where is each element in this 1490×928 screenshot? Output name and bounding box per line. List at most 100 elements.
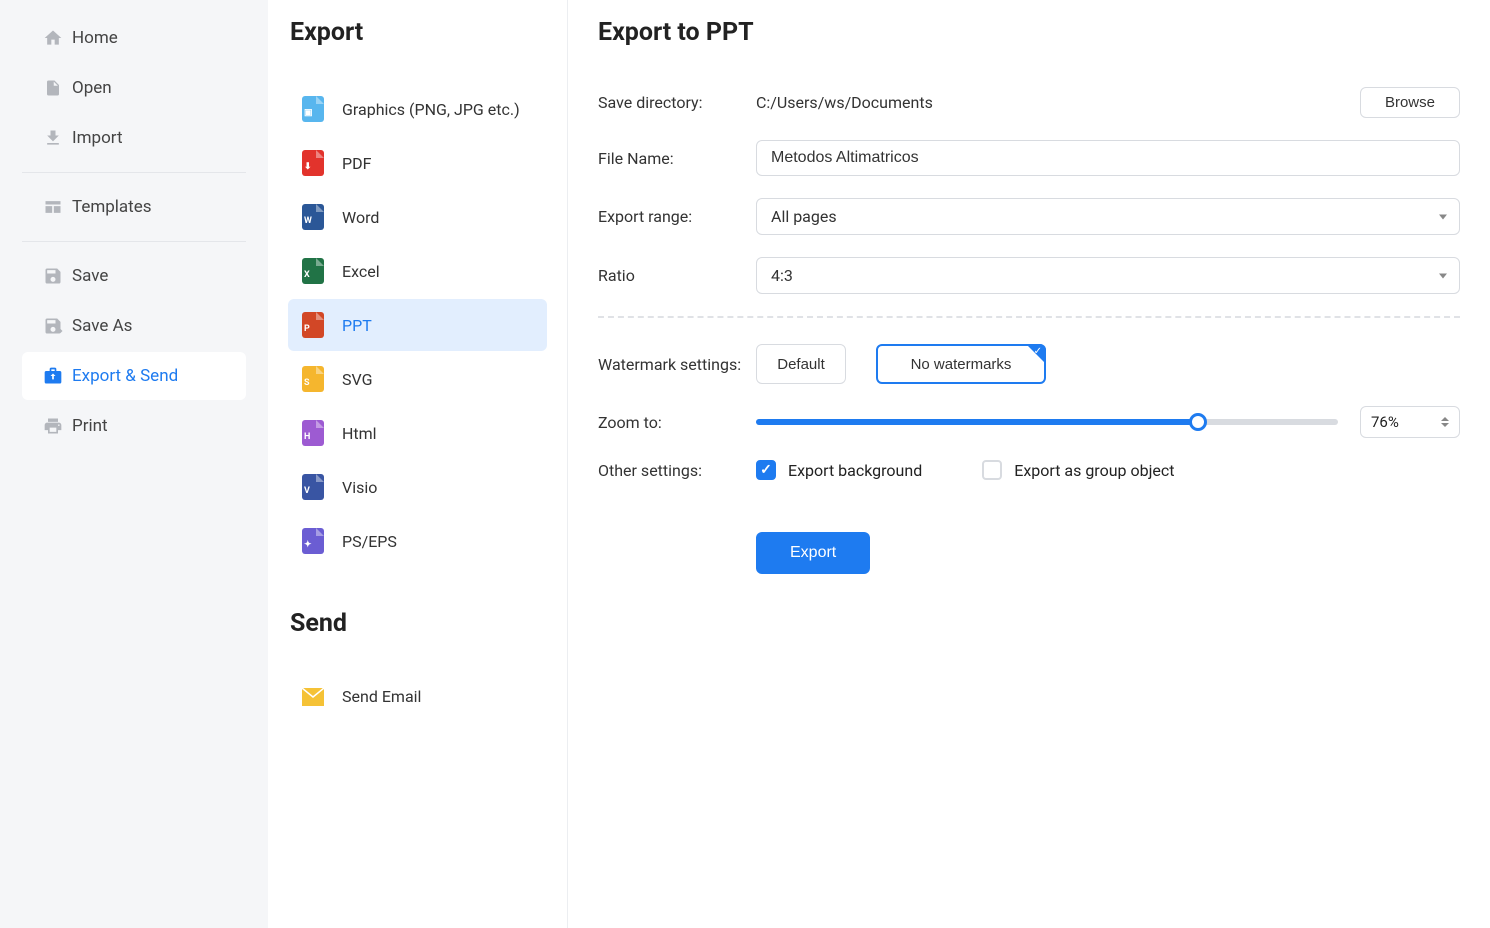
watermark-none-button[interactable]: No watermarks ✓ — [876, 344, 1046, 384]
checkbox-export-background[interactable]: Export background — [756, 460, 922, 480]
checkbox-icon — [756, 460, 776, 480]
row-file-name: File Name: — [598, 140, 1460, 176]
format-graphics[interactable]: ▣ Graphics (PNG, JPG etc.) — [288, 83, 547, 135]
checkbox-icon — [982, 460, 1002, 480]
checkbox-export-group[interactable]: Export as group object — [982, 460, 1174, 480]
sidebar-label: Home — [72, 28, 118, 48]
sidebar-item-import[interactable]: Import — [22, 114, 246, 162]
value-save-directory: C:/Users/ws/Documents — [756, 93, 1360, 112]
home-icon — [42, 27, 64, 49]
saveas-icon — [42, 315, 64, 337]
page-title: Export to PPT — [598, 18, 1460, 47]
sidebar-item-save[interactable]: Save — [22, 252, 246, 300]
label-save-directory: Save directory: — [598, 93, 756, 112]
row-ratio: Ratio 4:3 — [598, 257, 1460, 294]
format-label: Graphics (PNG, JPG etc.) — [342, 100, 520, 119]
browse-button[interactable]: Browse — [1360, 87, 1460, 118]
format-ppt[interactable]: P PPT — [288, 299, 547, 351]
row-zoom: Zoom to: 76% — [598, 406, 1460, 438]
save-icon — [42, 265, 64, 287]
row-save-directory: Save directory: C:/Users/ws/Documents Br… — [598, 87, 1460, 118]
format-label: Visio — [342, 478, 377, 497]
zoom-percent-box[interactable]: 76% — [1360, 406, 1460, 438]
format-label: Word — [342, 208, 379, 227]
format-label: Excel — [342, 262, 380, 281]
templates-icon — [42, 196, 64, 218]
zoom-slider[interactable] — [756, 419, 1338, 425]
sidebar-label: Save As — [72, 316, 132, 336]
zoom-increase-button[interactable] — [1441, 417, 1449, 421]
export-icon — [42, 365, 64, 387]
label-watermark: Watermark settings: — [598, 355, 756, 374]
format-svg[interactable]: S SVG — [288, 353, 547, 405]
export-settings-panel: Export to PPT Save directory: C:/Users/w… — [568, 0, 1490, 928]
format-visio[interactable]: V Visio — [288, 461, 547, 513]
sidebar-label: Export & Send — [72, 366, 178, 386]
export-formats-panel: Export ▣ Graphics (PNG, JPG etc.) ⬇ PDF … — [268, 0, 568, 928]
format-pdf[interactable]: ⬇ PDF — [288, 137, 547, 189]
ps-icon: ✦ — [302, 528, 324, 554]
export-range-select[interactable]: All pages — [756, 198, 1460, 235]
row-other-settings: Other settings: Export background Export… — [598, 460, 1460, 480]
ppt-icon: P — [302, 312, 324, 338]
format-ps[interactable]: ✦ PS/EPS — [288, 515, 547, 567]
zoom-spinner — [1441, 417, 1449, 427]
row-watermark: Watermark settings: Default No watermark… — [598, 344, 1460, 384]
watermark-default-button[interactable]: Default — [756, 344, 846, 384]
sidebar-label: Save — [72, 266, 108, 286]
sidebar-item-open[interactable]: Open — [22, 64, 246, 112]
print-icon — [42, 415, 64, 437]
send-email[interactable]: Send Email — [288, 674, 547, 719]
checkbox-label: Export background — [788, 461, 922, 480]
svg-icon: S — [302, 366, 324, 392]
zoom-slider-fill — [756, 419, 1198, 425]
chevron-down-icon — [1439, 214, 1447, 219]
sidebar-label: Print — [72, 416, 108, 436]
ratio-select[interactable]: 4:3 — [756, 257, 1460, 294]
export-range-value: All pages — [771, 207, 837, 226]
check-icon: ✓ — [1034, 346, 1042, 357]
zoom-slider-thumb[interactable] — [1189, 413, 1207, 431]
chevron-down-icon — [1439, 273, 1447, 278]
visio-icon: V — [302, 474, 324, 500]
format-label: PDF — [342, 154, 371, 173]
sidebar-label: Templates — [72, 197, 152, 217]
export-button[interactable]: Export — [756, 532, 870, 574]
format-word[interactable]: W Word — [288, 191, 547, 243]
label-file-name: File Name: — [598, 149, 756, 168]
format-label: SVG — [342, 370, 372, 389]
format-label: Html — [342, 424, 377, 443]
label-export-range: Export range: — [598, 207, 756, 226]
sidebar-item-home[interactable]: Home — [22, 14, 246, 62]
divider — [598, 316, 1460, 318]
sidebar: Home Open Import Templates Save Save As — [0, 0, 268, 928]
format-label: PS/EPS — [342, 532, 397, 551]
send-heading: Send — [290, 609, 547, 638]
sidebar-label: Open — [72, 78, 112, 98]
page-icon — [42, 77, 64, 99]
ratio-value: 4:3 — [771, 266, 793, 285]
zoom-value: 76% — [1371, 413, 1399, 431]
watermark-none-label: No watermarks — [911, 356, 1012, 373]
row-export-action: Export — [598, 502, 1460, 574]
import-icon — [42, 127, 64, 149]
file-name-input[interactable] — [756, 140, 1460, 176]
zoom-decrease-button[interactable] — [1441, 423, 1449, 427]
export-heading: Export — [290, 18, 547, 47]
format-label: PPT — [342, 316, 372, 335]
label-ratio: Ratio — [598, 266, 756, 285]
sidebar-item-saveas[interactable]: Save As — [22, 302, 246, 350]
label-other: Other settings: — [598, 461, 756, 480]
format-html[interactable]: H Html — [288, 407, 547, 459]
sidebar-label: Import — [72, 128, 123, 148]
format-excel[interactable]: X Excel — [288, 245, 547, 297]
sidebar-divider — [22, 241, 246, 242]
sidebar-divider — [22, 172, 246, 173]
sidebar-item-templates[interactable]: Templates — [22, 183, 246, 231]
sidebar-item-print[interactable]: Print — [22, 402, 246, 450]
checkbox-label: Export as group object — [1014, 461, 1174, 480]
pdf-icon: ⬇ — [302, 150, 324, 176]
send-label: Send Email — [342, 687, 421, 706]
sidebar-item-export-send[interactable]: Export & Send — [22, 352, 246, 400]
html-icon: H — [302, 420, 324, 446]
